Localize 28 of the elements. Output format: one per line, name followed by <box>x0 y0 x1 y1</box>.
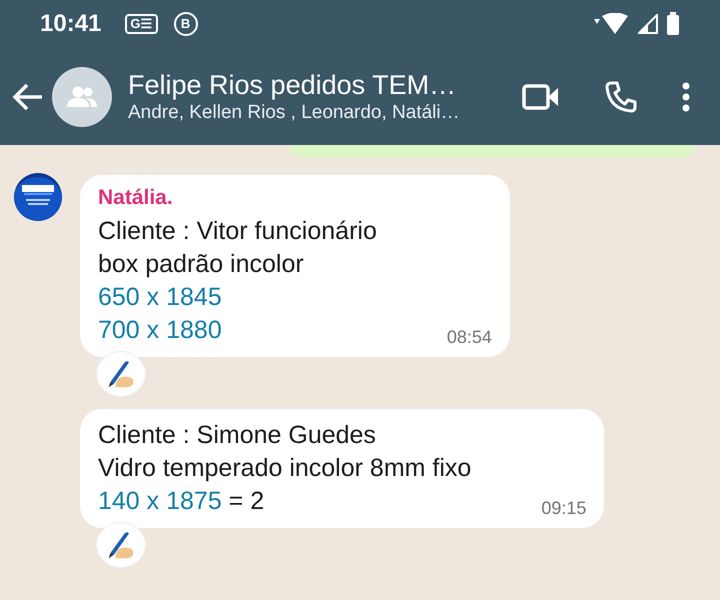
number-link[interactable]: 140 x 1875 <box>98 487 222 515</box>
message-line: Cliente : Simone Guedes <box>98 420 377 451</box>
sender-name: Natália. <box>98 185 174 211</box>
reaction-badge[interactable] <box>96 351 146 397</box>
number-link[interactable]: 700 x 1880 <box>98 316 222 344</box>
video-call-icon[interactable] <box>522 82 560 110</box>
menu-icon[interactable] <box>682 82 690 112</box>
message-time: 08:54 <box>446 326 492 349</box>
message-line: Vidro temperado incolor 8mm fixo <box>98 453 472 484</box>
notification-icon: B <box>174 12 198 36</box>
message-line: 140 x 1875 = 2 <box>98 486 266 517</box>
back-icon[interactable] <box>12 82 44 110</box>
message-line: box padrão incolor <box>98 249 305 280</box>
message-time: 09:15 <box>541 497 586 520</box>
participants-list[interactable]: Andre, Kellen Rios , Leonardo, Natáli… <box>128 100 460 124</box>
wifi-icon <box>592 13 630 35</box>
sender-avatar[interactable] <box>14 173 62 221</box>
battery-icon <box>666 12 680 36</box>
status-time: 10:41 <box>40 9 102 39</box>
writing-hand-icon <box>106 530 136 560</box>
notification-icon: G☰ <box>125 14 158 34</box>
reaction-badge[interactable] <box>96 522 146 568</box>
chat-title[interactable]: Felipe Rios pedidos TEM… <box>128 68 460 100</box>
number-link[interactable]: 650 x 1845 <box>98 283 222 311</box>
message-line: Cliente : Vitor funcionário <box>98 216 377 247</box>
signal-icon <box>638 14 658 34</box>
writing-hand-icon <box>106 359 136 389</box>
phone-icon[interactable] <box>604 80 638 114</box>
